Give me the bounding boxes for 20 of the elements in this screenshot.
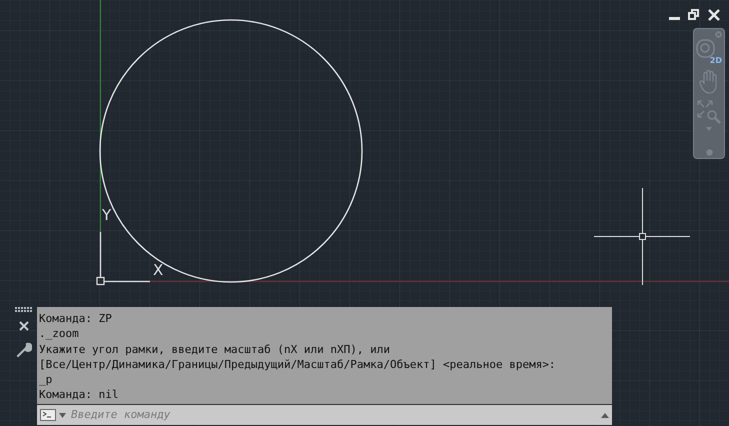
command-history-line: _p	[39, 372, 54, 388]
command-history-line: ._zoom	[39, 326, 80, 342]
ucs-x-label: X	[153, 263, 164, 278]
expand-up-icon[interactable]	[601, 412, 609, 418]
caret-icon[interactable]	[59, 412, 66, 418]
close-button[interactable]	[707, 8, 721, 22]
command-history-line: [Все/Центр/Динамика/Границы/Предыдущий/Масштаб/Рамка/Объект] <реальное время>:	[39, 356, 557, 372]
wrench-icon[interactable]	[16, 342, 32, 358]
command-line-bar[interactable]: Введите команду	[37, 404, 612, 425]
command-input-field[interactable]: Введите команду	[71, 406, 598, 424]
close-icon[interactable]	[19, 321, 29, 331]
command-history-line: Команда: nil	[39, 387, 120, 403]
command-history-line: Команда: ZP	[39, 311, 113, 326]
command-prompt-icon	[40, 409, 56, 421]
command-history-line: Укажите угол рамки, введите масштаб (nX или nXП), или	[39, 342, 391, 357]
restore-button[interactable]	[687, 8, 701, 22]
grip-icon[interactable]	[15, 307, 33, 312]
ucs-y-label: Y	[102, 208, 112, 223]
zoom-extents-icon	[696, 99, 722, 125]
ucs-icon	[96, 231, 151, 286]
